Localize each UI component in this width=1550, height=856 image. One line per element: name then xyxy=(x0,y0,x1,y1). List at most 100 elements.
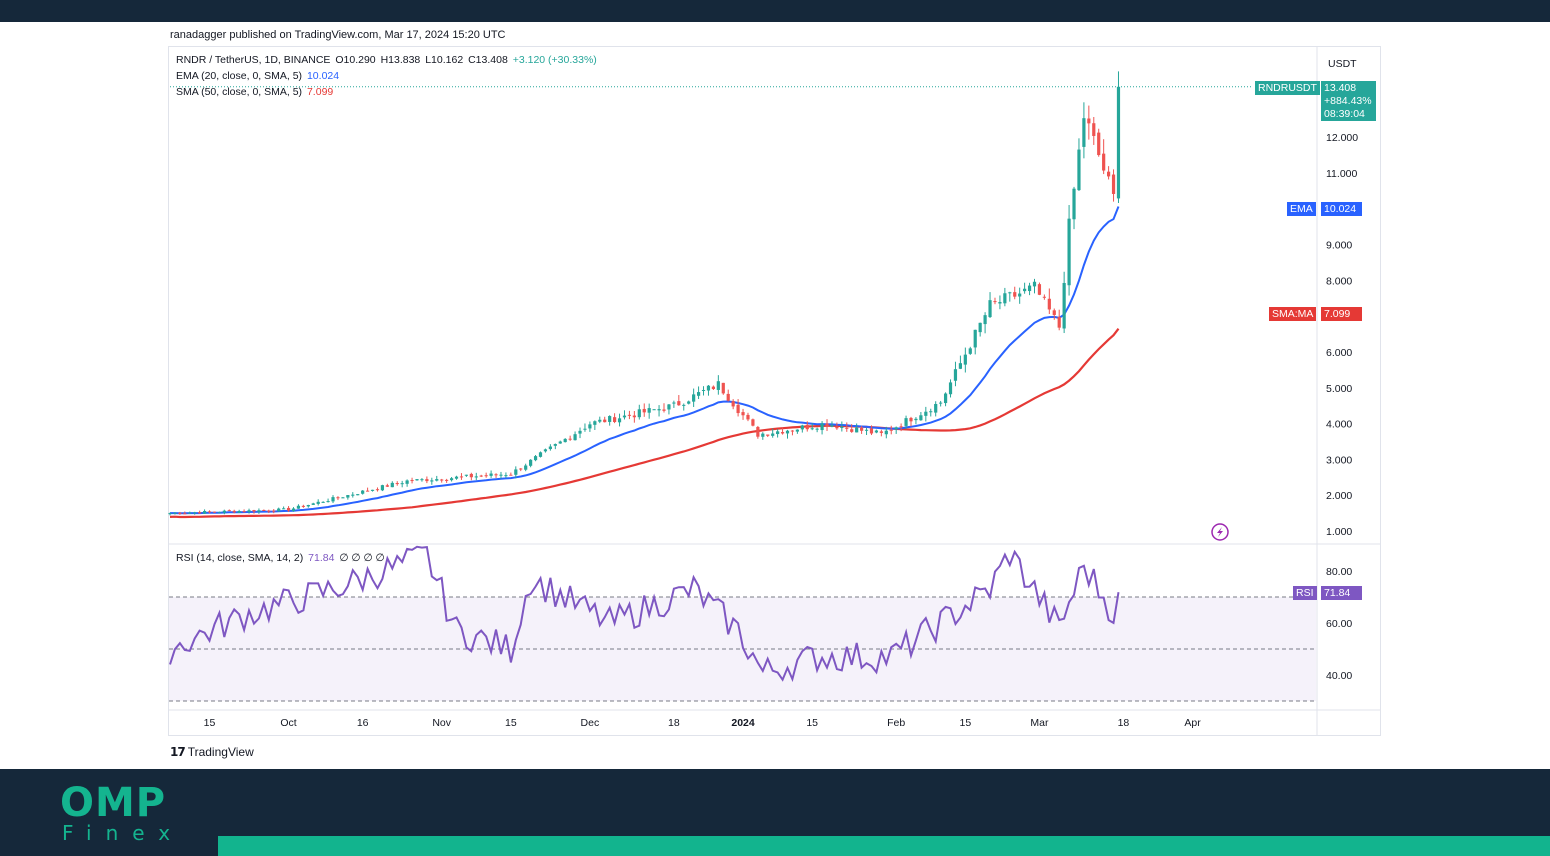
rsi-tick-label: 60.00 xyxy=(1326,618,1352,630)
candle-body xyxy=(514,469,518,475)
candle-body xyxy=(1067,218,1071,286)
candle-body xyxy=(860,427,864,431)
time-tick-label: Mar xyxy=(1030,717,1049,729)
candle-body xyxy=(1052,310,1056,315)
candle-body xyxy=(1062,282,1066,329)
candle-body xyxy=(958,363,962,369)
legend-ohlc: RNDR / TetherUS, 1D, BINANCE O10.290 H13… xyxy=(176,54,599,66)
candle-body xyxy=(741,412,745,416)
candle-body xyxy=(993,301,997,303)
candle-body xyxy=(904,418,908,426)
price-tag: 13.408 xyxy=(1321,81,1376,95)
time-tick-label: Feb xyxy=(887,717,905,729)
price-tick-label: 3.000 xyxy=(1326,454,1352,466)
candle-body xyxy=(247,510,251,512)
candle-body xyxy=(548,446,552,450)
candle-body xyxy=(1047,298,1051,310)
candle-body xyxy=(632,415,636,418)
legend-ema-value: 10.024 xyxy=(306,70,340,82)
symbol-tag: RNDRUSDT xyxy=(1255,81,1320,95)
candle-body xyxy=(474,476,478,478)
tradingview-logo[interactable]: 17 TradingView xyxy=(170,745,254,759)
candle-body xyxy=(464,474,468,476)
candle-body xyxy=(1037,284,1042,295)
candle-body xyxy=(963,354,967,365)
candle-body xyxy=(232,510,236,513)
candle-body xyxy=(553,444,557,446)
rsi-tick-label: 80.00 xyxy=(1326,566,1352,578)
candle-body xyxy=(682,404,686,406)
candle-body xyxy=(425,479,429,482)
legend-change: +3.120 (+30.33%) xyxy=(512,54,597,66)
candle-body xyxy=(1057,316,1061,328)
candle-body xyxy=(736,404,740,414)
candle-body xyxy=(262,509,266,511)
candle-body xyxy=(267,510,271,512)
candle-body xyxy=(701,389,706,391)
candle-body xyxy=(874,430,879,433)
candle-body xyxy=(696,392,701,396)
candle-body xyxy=(672,402,676,404)
brand-logo-omp: OMP xyxy=(60,780,167,826)
candle-body xyxy=(909,417,913,422)
candle-body xyxy=(919,415,923,421)
legend-rsi-extra: ∅ ∅ ∅ ∅ xyxy=(339,552,385,564)
price-tick-label: 1.000 xyxy=(1326,526,1352,538)
candle-body xyxy=(529,459,533,466)
candle-body xyxy=(706,385,711,391)
candle-body xyxy=(445,479,449,481)
candle-body xyxy=(716,381,720,390)
legend-sma-label: SMA (50, close, 0, SMA, 5) xyxy=(176,86,303,98)
legend-symbol: RNDR / TetherUS, 1D, BINANCE xyxy=(176,54,331,66)
candle-body xyxy=(311,503,315,505)
time-tick-label: 16 xyxy=(357,717,369,729)
candle-body xyxy=(459,476,464,478)
candle-body xyxy=(543,449,548,452)
candle-body xyxy=(435,479,439,481)
candle-body xyxy=(469,473,473,478)
candle-body xyxy=(1077,149,1081,191)
candle-body xyxy=(711,386,715,390)
time-tick-label: 15 xyxy=(806,717,818,729)
candle-body xyxy=(840,426,844,428)
time-tick-label: 15 xyxy=(204,717,216,729)
candle-body xyxy=(1042,296,1046,298)
legend-rsi: RSI (14, close, SMA, 14, 2) 71.84 ∅ ∅ ∅ … xyxy=(176,552,387,564)
candle-body xyxy=(390,482,394,488)
chart-svg[interactable]: USDT 1.000 2.000 3.000 4.000 5.000 6.000 8.000 9… xyxy=(0,0,1550,856)
candle-body xyxy=(410,480,414,482)
rsi-name-tag: RSI xyxy=(1293,586,1317,600)
candle-body xyxy=(242,511,246,513)
legend-sma: SMA (50, close, 0, SMA, 5) 7.099 xyxy=(176,86,335,98)
candle-body xyxy=(934,403,938,413)
candle-body xyxy=(331,497,335,502)
candle-body xyxy=(855,427,859,433)
candle-body xyxy=(795,429,799,432)
candle-body xyxy=(761,433,765,437)
candle-body xyxy=(1018,293,1022,297)
candle-body xyxy=(558,441,562,444)
time-tick-label: 15 xyxy=(505,717,517,729)
time-tick-label: 18 xyxy=(668,717,680,729)
candle-body xyxy=(395,483,399,485)
candle-body xyxy=(850,429,854,432)
candle-body xyxy=(277,508,281,512)
candle-body xyxy=(1008,292,1012,294)
candle-body xyxy=(1027,285,1032,292)
candle-body xyxy=(637,409,641,418)
candle-body xyxy=(776,431,780,435)
candle-body xyxy=(252,510,256,512)
candle-body xyxy=(568,438,572,440)
candle-body xyxy=(212,511,217,513)
candle-body xyxy=(790,430,795,432)
candle-body xyxy=(721,382,725,394)
candle-body xyxy=(756,426,760,437)
candle-body xyxy=(603,419,607,423)
candle-body xyxy=(726,393,730,401)
candle-body xyxy=(227,510,231,512)
candle-body xyxy=(751,419,755,426)
candle-body xyxy=(533,456,538,461)
candle-body xyxy=(622,415,627,418)
candle-body xyxy=(479,475,483,477)
candle-body xyxy=(173,512,177,514)
